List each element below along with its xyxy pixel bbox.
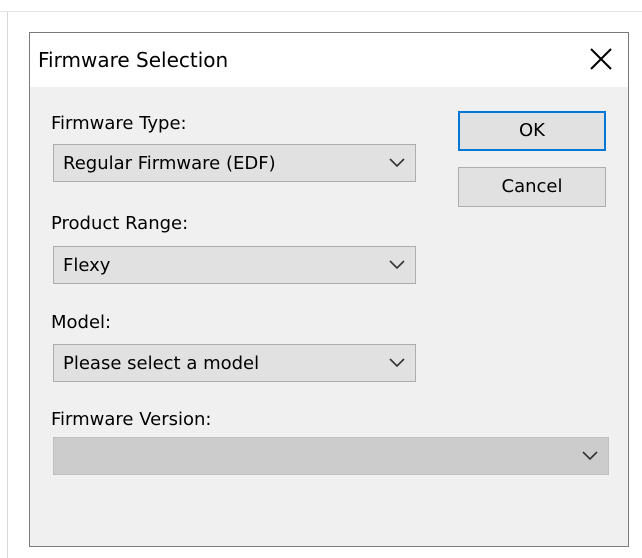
product-range-dropdown[interactable]: Flexy xyxy=(53,246,416,284)
firmware-type-dropdown[interactable]: Regular Firmware (EDF) xyxy=(53,144,416,182)
close-icon xyxy=(590,48,612,70)
product-range-label: Product Range: xyxy=(51,213,189,234)
ok-button[interactable]: OK xyxy=(458,111,606,151)
cancel-button[interactable]: Cancel xyxy=(458,167,606,207)
firmware-type-value: Regular Firmware (EDF) xyxy=(63,153,276,174)
model-dropdown[interactable]: Please select a model xyxy=(53,344,416,382)
model-value: Please select a model xyxy=(63,353,260,374)
firmware-version-label: Firmware Version: xyxy=(51,409,212,430)
close-button[interactable] xyxy=(574,33,628,87)
model-label: Model: xyxy=(51,312,112,333)
chevron-down-icon xyxy=(389,260,405,270)
dialog-titlebar[interactable]: Firmware Selection xyxy=(30,33,628,87)
chevron-down-icon xyxy=(389,158,405,168)
dialog-title: Firmware Selection xyxy=(38,48,229,72)
chevron-down-icon xyxy=(582,451,598,461)
firmware-version-dropdown[interactable] xyxy=(53,437,609,475)
chevron-down-icon xyxy=(389,358,405,368)
firmware-type-label: Firmware Type: xyxy=(51,113,187,134)
product-range-value: Flexy xyxy=(63,255,111,276)
background-window-edge xyxy=(0,0,642,12)
firmware-selection-dialog: Firmware Selection Firmware Type: Regula… xyxy=(29,32,629,547)
background-window-border xyxy=(7,12,8,558)
